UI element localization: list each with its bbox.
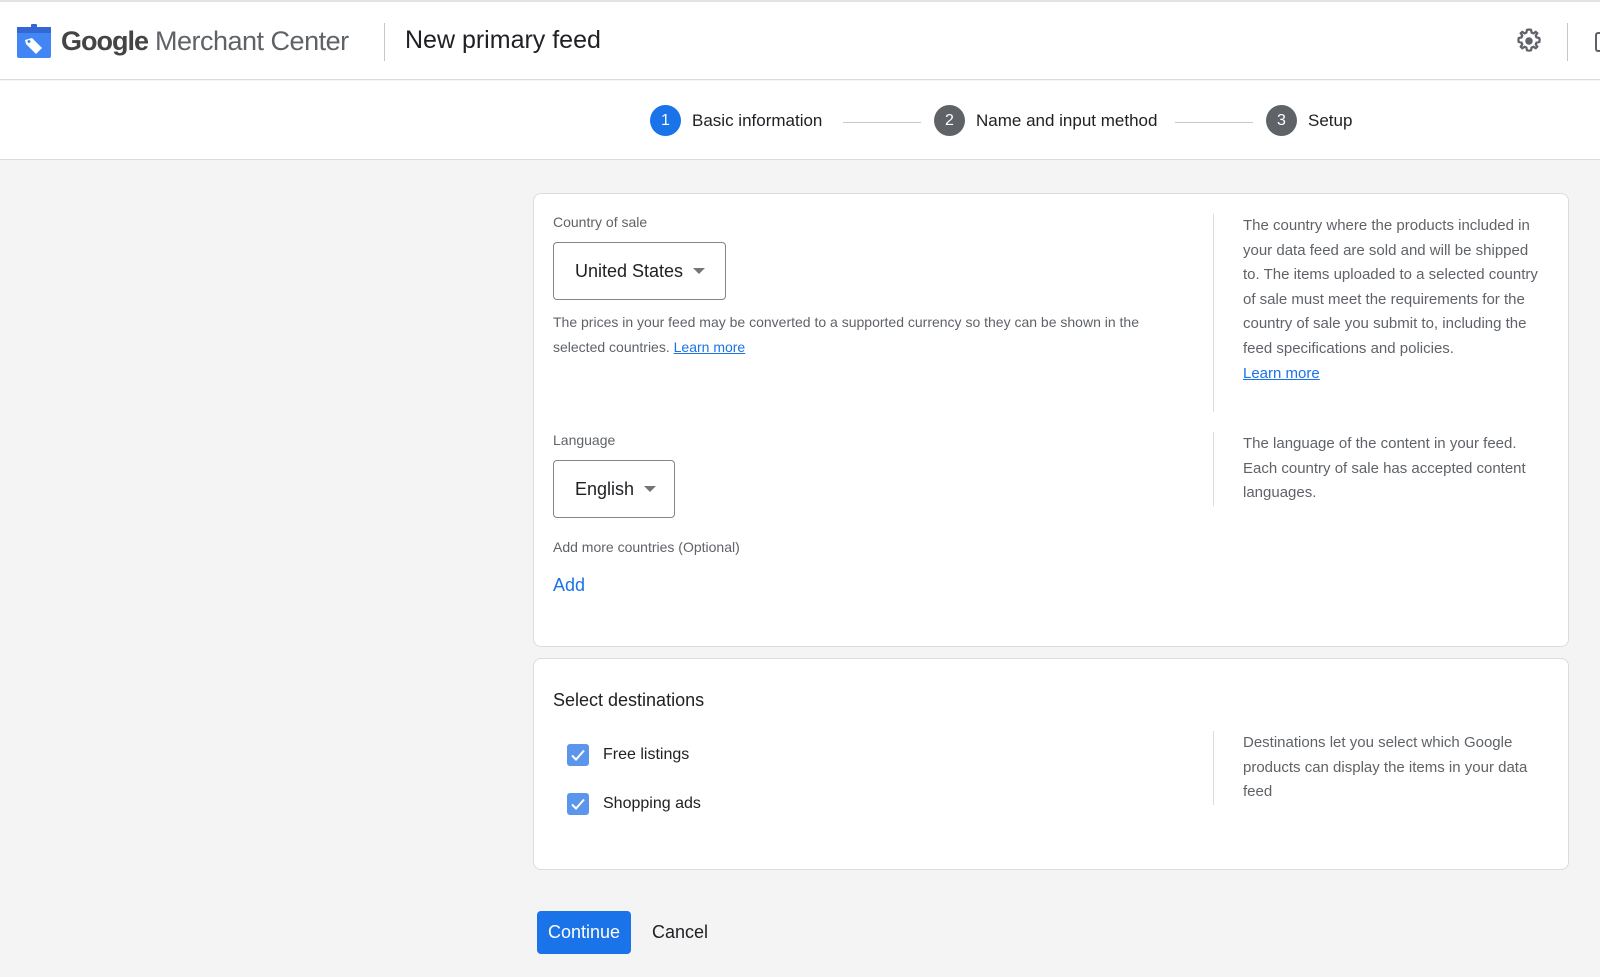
country-hint-text: The prices in your feed may be converted… xyxy=(553,314,1139,355)
top-app-bar: Google Merchant Center New primary feed xyxy=(0,0,1600,80)
free-listings-checkbox[interactable] xyxy=(567,744,589,766)
step-connector xyxy=(1175,122,1253,123)
header-divider xyxy=(384,23,385,61)
page-title: New primary feed xyxy=(405,26,601,54)
shopping-ads-checkbox[interactable] xyxy=(567,793,589,815)
country-help-text: The country where the products included … xyxy=(1243,217,1538,357)
country-hint: The prices in your feed may be converted… xyxy=(553,310,1183,360)
destinations-title: Select destinations xyxy=(553,690,705,710)
help-divider xyxy=(1213,731,1214,805)
shopping-ads-checkbox-row[interactable]: Shopping ads xyxy=(567,793,701,815)
step-number-1: 1 xyxy=(650,105,681,136)
help-divider xyxy=(1213,214,1214,412)
basic-info-card: Country of sale United States The prices… xyxy=(533,193,1569,647)
merchant-center-logo-icon[interactable] xyxy=(17,24,51,58)
step-connector xyxy=(843,122,921,123)
language-label: Language xyxy=(553,432,616,448)
more-countries-label: Add more countries (Optional) xyxy=(553,539,740,555)
country-select[interactable]: United States xyxy=(553,242,726,300)
check-icon xyxy=(571,798,585,810)
stepper: 1 Basic information 2 Name and input met… xyxy=(0,81,1600,160)
language-help-text: The language of the content in your feed… xyxy=(1243,435,1526,502)
shopping-ads-label: Shopping ads xyxy=(603,795,701,812)
destinations-card: Select destinations Free listings Shoppi… xyxy=(533,658,1569,870)
country-help-learn-more-link[interactable]: Learn more xyxy=(1243,362,1543,387)
language-value: English xyxy=(575,478,635,499)
free-listings-checkbox-row[interactable]: Free listings xyxy=(567,744,689,766)
free-listings-label: Free listings xyxy=(603,746,690,763)
country-label: Country of sale xyxy=(553,214,648,230)
language-select[interactable]: English xyxy=(553,460,675,518)
add-countries-button[interactable]: Add xyxy=(553,575,585,596)
step-name-and-input-method[interactable]: 2 Name and input method xyxy=(934,105,1157,136)
help-divider xyxy=(1213,432,1214,506)
country-hint-learn-more-link[interactable]: Learn more xyxy=(674,339,746,355)
app-brand[interactable]: Google Merchant Center xyxy=(61,26,349,57)
gear-icon[interactable] xyxy=(1514,26,1544,56)
step-number-3: 3 xyxy=(1266,105,1297,136)
step-number-2: 2 xyxy=(934,105,965,136)
cancel-button[interactable]: Cancel xyxy=(644,911,716,954)
brand-google: Google xyxy=(61,26,149,56)
dropdown-arrow-icon xyxy=(644,486,657,492)
country-value: United States xyxy=(575,260,684,281)
step-basic-information[interactable]: 1 Basic information xyxy=(650,105,822,136)
step-label: Setup xyxy=(1308,110,1353,130)
dropdown-arrow-icon xyxy=(693,268,706,274)
destinations-help-text: Destinations let you select which Google… xyxy=(1243,734,1528,801)
continue-button[interactable]: Continue xyxy=(537,911,631,954)
brand-product: Merchant Center xyxy=(148,26,349,56)
step-label: Name and input method xyxy=(976,110,1158,130)
header-divider-right xyxy=(1567,23,1568,61)
check-icon xyxy=(571,749,585,761)
step-label: Basic information xyxy=(692,110,823,130)
panel-icon[interactable] xyxy=(1595,32,1600,52)
country-help: The country where the products included … xyxy=(1243,214,1543,386)
step-setup[interactable]: 3 Setup xyxy=(1266,105,1352,136)
